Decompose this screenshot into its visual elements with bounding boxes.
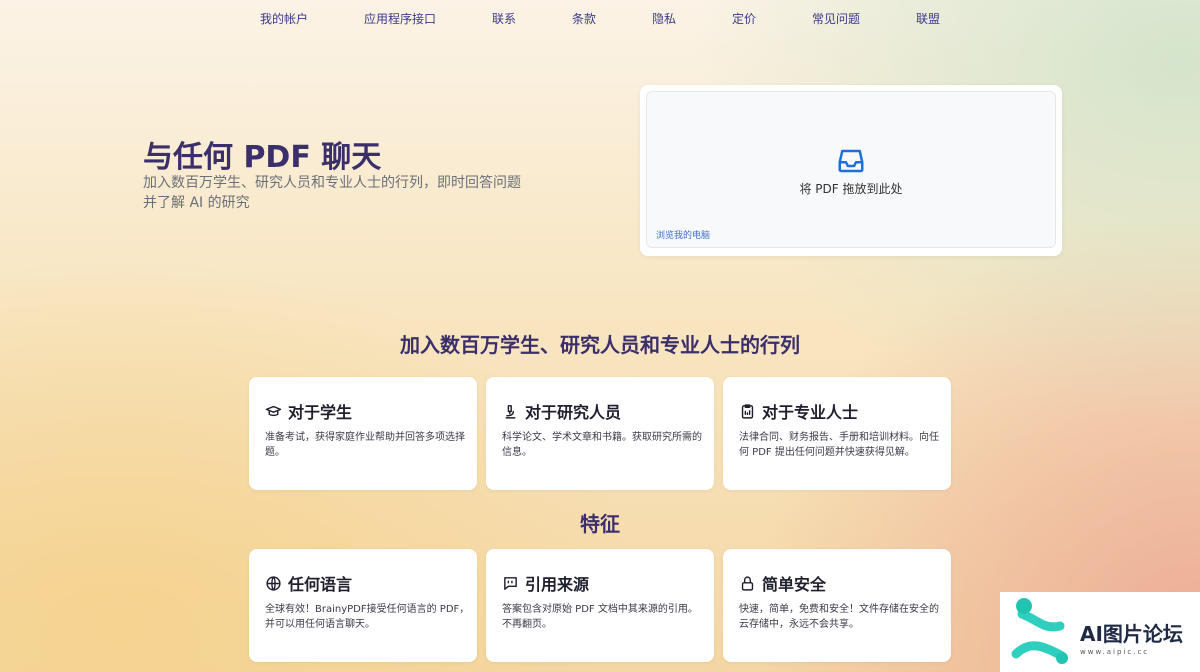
card-title: 对于研究人员	[525, 403, 622, 422]
card-header: 简单安全	[739, 571, 826, 595]
hero-subtitle: 加入数百万学生、研究人员和专业人士的行列，即时回答问题并了解 AI 的研究	[143, 175, 521, 211]
card-description: 全球有效！BrainyPDF接受任何语言的 PDF，并可以用任何语言聊天。	[265, 604, 470, 630]
pdf-drop-zone[interactable]: 将 PDF 拖放到此处 浏览我的电脑	[646, 91, 1056, 248]
hero-title: 与任何 PDF 聊天	[143, 140, 382, 175]
audience-card-professionals: 对于专业人士 法律合同、财务报告、手册和培训材料。向任何 PDF 提出任何问题并…	[723, 377, 951, 490]
globe-icon	[266, 575, 281, 591]
drop-instruction: 将 PDF 拖放到此处	[799, 182, 903, 196]
feature-card-any-language: 任何语言 全球有效！BrainyPDF接受任何语言的 PDF，并可以用任何语言聊…	[249, 549, 477, 662]
nav-item-account[interactable]: 我的帐户	[260, 10, 308, 27]
microscope-icon	[505, 404, 516, 419]
card-header: 对于研究人员	[502, 399, 621, 423]
lock-icon	[741, 575, 754, 591]
clipboard-icon	[741, 403, 754, 419]
feature-card-simple-secure: 简单安全 快速，简单，免费和安全！文件存储在安全的云存储中，永远不会共享。	[723, 549, 951, 662]
feature-card-cite-sources: 引用来源 答案包含对原始 PDF 文档中其来源的引用。不再翻页。	[486, 549, 714, 662]
nav-item-affiliate[interactable]: 联盟	[916, 10, 940, 27]
watermark-badge: AI图片论坛 www.aipic.cc	[1000, 592, 1200, 672]
card-description: 科学论文、学术文章和书籍。获取研究所需的信息。	[502, 432, 702, 458]
card-header: 任何语言	[265, 571, 352, 595]
card-header: 对于学生	[265, 399, 352, 423]
audience-card-researchers: 对于研究人员 科学论文、学术文章和书籍。获取研究所需的信息。	[486, 377, 714, 490]
card-header: 引用来源	[502, 571, 589, 595]
nav-item-contact[interactable]: 联系	[492, 10, 516, 27]
card-title: 引用来源	[525, 575, 590, 594]
card-description: 法律合同、财务报告、手册和培训材料。向任何 PDF 提出任何问题并快速获得见解。	[739, 432, 939, 458]
card-title: 对于学生	[288, 403, 353, 422]
school-icon	[265, 405, 282, 416]
watermark-text: AI图片论坛	[1080, 622, 1183, 646]
card-description: 准备考试，获得家庭作业帮助并回答多项选择题。	[265, 432, 465, 458]
features-section-title: 特征	[580, 512, 620, 536]
nav-item-faq[interactable]: 常见问题	[812, 10, 860, 27]
watermark-url: www.aipic.cc	[1080, 648, 1150, 656]
nav-item-terms[interactable]: 条款	[572, 10, 596, 27]
upload-panel: 将 PDF 拖放到此处 浏览我的电脑	[640, 85, 1062, 256]
nav-item-privacy[interactable]: 隐私	[652, 10, 676, 27]
card-description: 快速，简单，免费和安全！文件存储在安全的云存储中，永远不会共享。	[739, 604, 939, 630]
inbox-icon	[838, 149, 864, 173]
card-title: 简单安全	[762, 575, 827, 594]
top-nav: 我的帐户 应用程序接口 联系 条款 隐私 定价 常见问题 联盟	[0, 0, 1200, 36]
audience-section-title: 加入数百万学生、研究人员和专业人士的行列	[400, 333, 800, 357]
card-title: 对于专业人士	[762, 403, 859, 422]
nav-item-pricing[interactable]: 定价	[732, 10, 756, 27]
watermark-logo-icon	[1011, 598, 1068, 664]
browse-computer-link[interactable]: 浏览我的电脑	[656, 228, 710, 241]
card-title: 任何语言	[288, 575, 353, 594]
quote-icon	[504, 576, 517, 590]
nav-item-api[interactable]: 应用程序接口	[364, 10, 436, 27]
card-description: 答案包含对原始 PDF 文档中其来源的引用。不再翻页。	[502, 604, 698, 630]
card-header: 对于专业人士	[739, 399, 858, 423]
audience-card-students: 对于学生 准备考试，获得家庭作业帮助并回答多项选择题。	[249, 377, 477, 490]
